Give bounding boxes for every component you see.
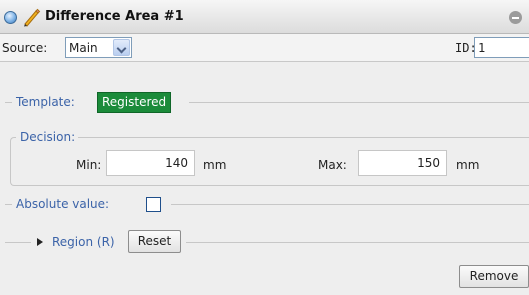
divider	[171, 204, 529, 205]
expand-triangle-icon[interactable]	[37, 238, 43, 246]
min-label: Min:	[76, 158, 102, 172]
source-row: Source: Main ID: 1	[0, 34, 529, 62]
collapse-icon[interactable]	[509, 11, 522, 24]
source-selected-value: Main	[69, 41, 98, 55]
id-input[interactable]: 1	[474, 37, 529, 58]
min-input[interactable]: 140	[106, 150, 195, 176]
source-label: Source:	[2, 41, 48, 55]
divider	[5, 204, 12, 205]
circle-icon[interactable]	[4, 11, 17, 24]
panel-titlebar: Difference Area #1	[0, 0, 529, 34]
reset-button[interactable]: Reset	[128, 230, 181, 253]
divider	[5, 102, 12, 103]
status-badge: Registered	[97, 92, 172, 113]
absolute-value-label: Absolute value:	[16, 197, 110, 211]
absolute-value-checkbox[interactable]	[146, 197, 161, 212]
panel-title: Difference Area #1	[45, 9, 184, 24]
max-unit: mm	[456, 158, 480, 172]
template-label: Template:	[16, 95, 75, 109]
divider	[186, 242, 529, 243]
max-label: Max:	[318, 158, 347, 172]
min-unit: mm	[203, 158, 227, 172]
max-input[interactable]: 150	[358, 150, 447, 176]
remove-button[interactable]: Remove	[459, 265, 529, 288]
chevron-down-icon[interactable]	[113, 39, 130, 56]
divider	[189, 102, 529, 103]
region-label[interactable]: Region (R)	[52, 235, 115, 249]
source-select[interactable]: Main	[65, 37, 132, 58]
pencil-icon	[24, 8, 41, 27]
divider	[5, 242, 31, 243]
decision-label: Decision:	[16, 130, 79, 144]
